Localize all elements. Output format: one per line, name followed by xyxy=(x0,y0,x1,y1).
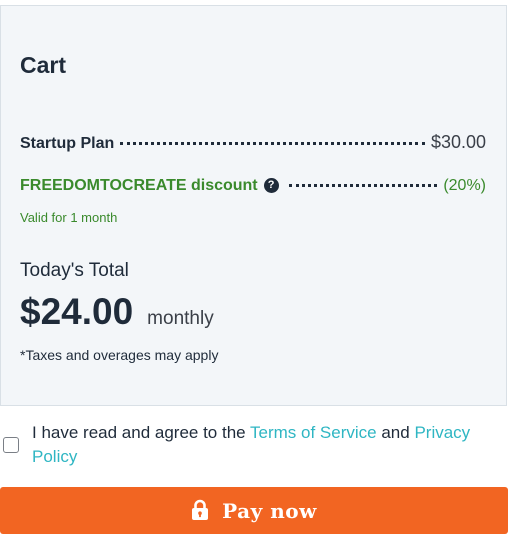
total-label: Today's Total xyxy=(20,260,129,281)
plan-price: $30.00 xyxy=(430,132,486,152)
terms-of-service-link[interactable]: Terms of Service xyxy=(250,423,377,442)
billing-period: monthly xyxy=(147,308,214,329)
total-row: $24.00 monthly xyxy=(20,291,214,333)
lock-icon xyxy=(192,499,209,520)
question-circle-icon[interactable]: ? xyxy=(263,178,279,193)
cart-title: Cart xyxy=(20,52,67,78)
discount-name: FREEDOMTOCREATE discount xyxy=(20,177,258,194)
agree-text-prefix: I have read and agree to the xyxy=(32,423,251,442)
dotted-leader xyxy=(120,142,425,145)
discount-value: (20%) xyxy=(443,177,486,194)
agree-text: I have read and agree to the Terms of Se… xyxy=(32,421,502,469)
total-amount: $24.00 xyxy=(20,291,134,332)
cart-panel: Cart Startup Plan $30.00 FREEDOMTOCREATE… xyxy=(0,5,507,406)
pay-now-label: Pay now xyxy=(222,498,317,523)
plan-line-item: Startup Plan $30.00 xyxy=(20,132,486,153)
agree-text-conjunction: and xyxy=(376,423,415,442)
plan-name: Startup Plan xyxy=(20,135,115,152)
pay-now-button[interactable]: Pay now xyxy=(0,487,508,534)
agree-checkbox[interactable] xyxy=(3,437,19,453)
discount-validity-note: Valid for 1 month xyxy=(20,210,118,225)
tax-note: *Taxes and overages may apply xyxy=(20,347,219,363)
dotted-leader xyxy=(288,184,438,187)
discount-line-item: FREEDOMTOCREATE discount ? (20%) xyxy=(20,177,486,195)
